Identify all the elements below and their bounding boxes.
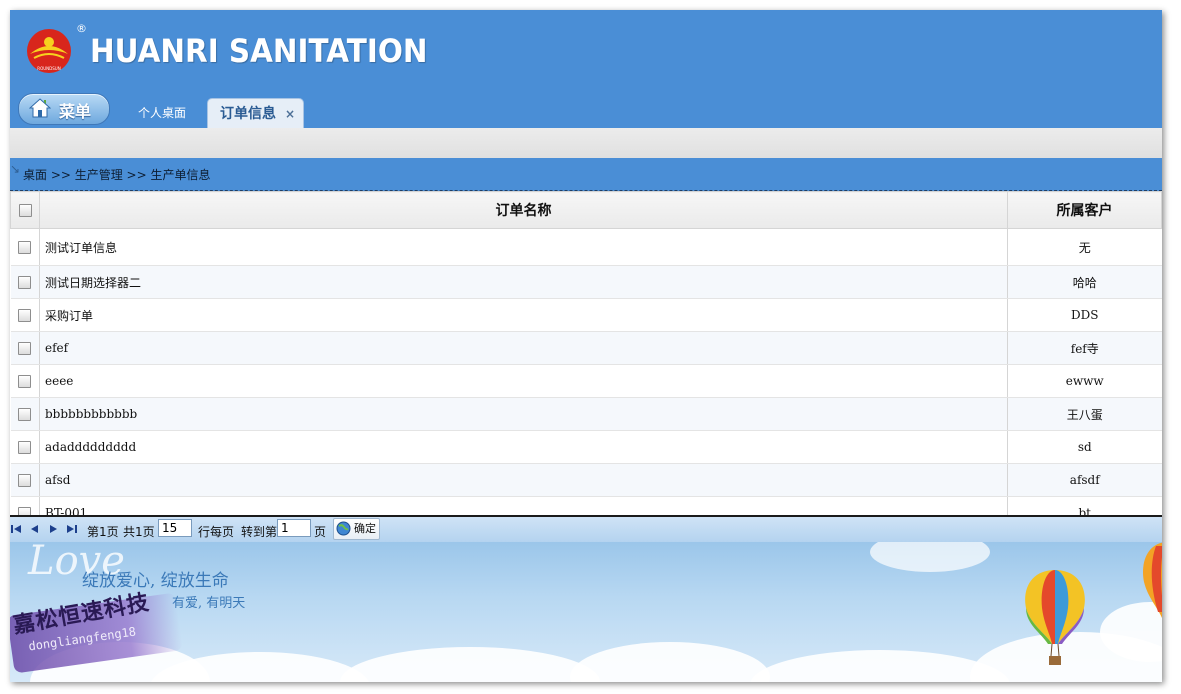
banner: Love 绽放爱心, 绽放生命 有爱, 有明天 嘉松恒速科技 dongliang…	[10, 542, 1162, 682]
table-row[interactable]: afsd afsdf	[10, 463, 1162, 497]
select-all-checkbox[interactable]	[18, 203, 32, 217]
menu-label: 菜单	[59, 102, 92, 121]
row-checkbox[interactable]	[18, 241, 32, 254]
order-name-cell: 采购订单	[39, 298, 1008, 332]
order-name-cell: eeee	[39, 364, 1008, 398]
page-unit-label: 页	[314, 525, 327, 539]
tab-order-info[interactable]: 订单信息 ×	[207, 98, 304, 128]
row-check-cell	[10, 298, 40, 332]
home-icon	[29, 98, 51, 118]
prev-page-icon[interactable]	[28, 523, 40, 535]
table-row[interactable]: 测试订单信息 无	[10, 228, 1162, 266]
customer-cell: ewww	[1007, 364, 1162, 398]
breadcrumb-arrow-icon: ↘	[10, 162, 21, 176]
table-header-row: 订单名称 所属客户	[10, 191, 1162, 229]
confirm-label: 确定	[354, 522, 376, 535]
next-page-icon[interactable]	[48, 523, 60, 535]
hot-air-balloon-icon	[1025, 570, 1085, 665]
order-table: 订单名称 所属客户 测试订单信息 无 测试日期选择器二 哈哈 采购订单 DDS	[10, 191, 1162, 530]
row-check-cell	[10, 430, 40, 464]
last-page-icon[interactable]	[66, 523, 78, 535]
row-check-cell	[10, 397, 40, 431]
globe-icon	[336, 521, 351, 536]
current-page-text: 第1页	[87, 525, 119, 539]
customer-cell: 王八蛋	[1007, 397, 1162, 431]
order-name-cell: 测试订单信息	[39, 228, 1008, 266]
brand-logo-icon: ROUNDSUN	[27, 29, 71, 73]
toolbar	[10, 128, 1162, 159]
row-check-cell	[10, 265, 40, 299]
column-header-customer[interactable]: 所属客户	[1007, 191, 1162, 229]
customer-cell: fef寺	[1007, 331, 1162, 365]
row-check-cell	[10, 331, 40, 365]
column-header-order-name[interactable]: 订单名称	[39, 191, 1008, 229]
row-checkbox[interactable]	[18, 342, 32, 355]
customer-cell: DDS	[1007, 298, 1162, 332]
rows-per-page-label: 行每页	[198, 525, 235, 539]
customer-cell: sd	[1007, 430, 1162, 464]
confirm-button[interactable]: 确定	[333, 518, 380, 540]
customer-cell: 哈哈	[1007, 265, 1162, 299]
row-checkbox[interactable]	[18, 474, 32, 487]
registered-mark: ®	[76, 22, 87, 35]
breadcrumb-text: 桌面 >> 生产管理 >> 生产单信息	[23, 168, 211, 182]
pager: 第1页 共1页 行每页 转到第 页 确定	[10, 515, 1162, 544]
table-row[interactable]: eeee ewww	[10, 364, 1162, 398]
tab-personal-desktop[interactable]: 个人桌面	[138, 98, 186, 128]
table-row[interactable]: adaddddddddd sd	[10, 430, 1162, 464]
order-name-cell: 测试日期选择器二	[39, 265, 1008, 299]
row-check-cell	[10, 463, 40, 497]
breadcrumb: ↘ 桌面 >> 生产管理 >> 生产单信息	[10, 158, 1162, 191]
table-row[interactable]: 采购订单 DDS	[10, 298, 1162, 332]
row-check-cell	[10, 228, 40, 266]
close-tab-icon[interactable]: ×	[285, 99, 295, 129]
row-checkbox[interactable]	[18, 441, 32, 454]
row-checkbox[interactable]	[18, 276, 32, 289]
first-page-icon[interactable]	[10, 523, 22, 535]
hot-air-balloon-icon	[1143, 542, 1162, 618]
brand-title: HUANRI SANITATION	[90, 32, 428, 70]
order-name-cell: efef	[39, 331, 1008, 365]
table-row[interactable]: bbbbbbbbbbbb 王八蛋	[10, 397, 1162, 431]
order-name-cell: bbbbbbbbbbbb	[39, 397, 1008, 431]
select-all-cell	[10, 191, 40, 229]
banner-slogan-line1: 绽放爱心, 绽放生命	[82, 571, 229, 591]
page-size-input[interactable]	[158, 519, 192, 537]
order-name-cell: afsd	[39, 463, 1008, 497]
customer-cell: afsdf	[1007, 463, 1162, 497]
goto-page-input[interactable]	[277, 519, 311, 537]
row-checkbox[interactable]	[18, 408, 32, 421]
table-row[interactable]: efef fef寺	[10, 331, 1162, 365]
order-name-cell: adaddddddddd	[39, 430, 1008, 464]
tab-order-info-label: 订单信息	[220, 106, 276, 122]
table-row[interactable]: 测试日期选择器二 哈哈	[10, 265, 1162, 299]
row-check-cell	[10, 364, 40, 398]
row-checkbox[interactable]	[18, 375, 32, 388]
total-pages-text: 共1页	[123, 525, 155, 539]
row-checkbox[interactable]	[18, 309, 32, 322]
goto-page-label: 转到第	[241, 525, 278, 539]
logo-subtext: ROUNDSUN	[37, 66, 60, 71]
header: ROUNDSUN ® HUANRI SANITATION 菜单 个人桌面 订单信…	[10, 10, 1162, 128]
customer-cell: 无	[1007, 228, 1162, 266]
app-window: ROUNDSUN ® HUANRI SANITATION 菜单 个人桌面 订单信…	[10, 10, 1162, 682]
banner-slogan-line2: 有爱, 有明天	[172, 596, 246, 611]
menu-button[interactable]: 菜单	[18, 93, 110, 125]
